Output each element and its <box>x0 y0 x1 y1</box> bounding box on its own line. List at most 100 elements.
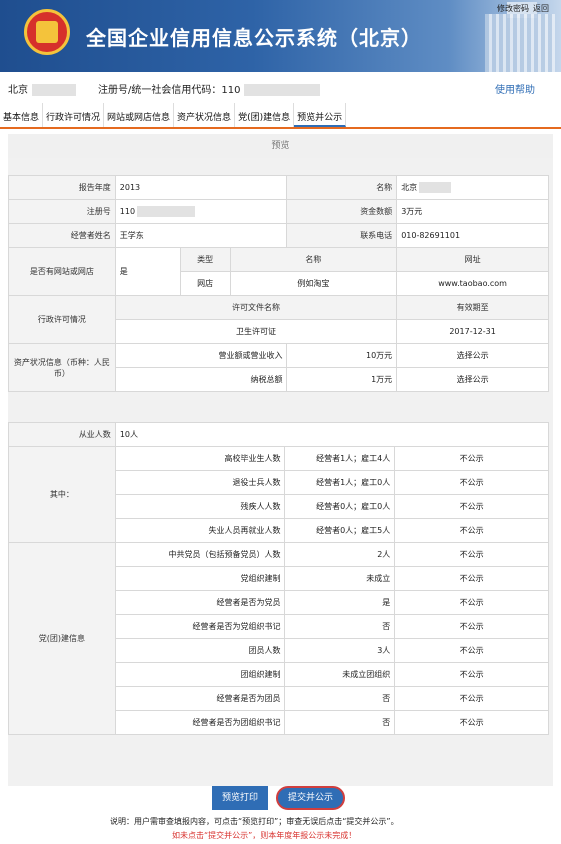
among-row-public: 不公示 <box>394 446 549 471</box>
party-row-name: 党组织建制 <box>114 566 286 591</box>
party-row-public: 不公示 <box>394 638 549 663</box>
national-emblem-icon <box>24 9 70 55</box>
phone-label: 联系电话 <box>286 223 398 248</box>
party-row-value: 否 <box>284 710 396 735</box>
party-row-name: 经营者是否为团组织书记 <box>114 710 286 735</box>
building-image-body <box>485 14 555 72</box>
report-table-top: 报告年度 2013 名称 北京 注册号 110 资金数额 3万元 经营者姓名 王… <box>8 175 549 392</box>
tab-assets[interactable]: 资产状况信息 <box>174 103 236 127</box>
operator-label: 经营者姓名 <box>8 223 116 248</box>
employees-value: 10人 <box>114 422 550 447</box>
among-row-name: 退役士兵人数 <box>114 470 286 495</box>
reg-label: 注册号 <box>8 199 116 224</box>
website-header-type: 类型 <box>179 247 231 272</box>
tab-preview-publish[interactable]: 预览并公示 <box>294 103 347 127</box>
tab-bar: 基本信息 行政许可情况 网站或网店信息 资产状况信息 党(团)建信息 预览并公示 <box>0 103 561 129</box>
report-table-bottom: 从业人数 10人 其中： 高校毕业生人数 经营者1人；雇工4人 不公示 退役士兵… <box>8 422 550 735</box>
among-row-public: 不公示 <box>394 494 549 519</box>
back-link[interactable]: 返回 <box>533 3 549 14</box>
asset-name: 营业额或营业收入 <box>114 343 288 368</box>
site-title: 全国企业信用信息公示系统（北京） <box>86 26 422 50</box>
party-row-name: 团组织建制 <box>114 662 286 687</box>
operator-value: 王学东 <box>114 223 288 248</box>
redaction-block <box>137 206 196 217</box>
tab-party[interactable]: 党(团)建信息 <box>235 103 295 127</box>
help-link[interactable]: 使用帮助 <box>495 81 535 96</box>
party-row-public: 不公示 <box>394 686 549 711</box>
website-type: 网店 <box>179 271 231 296</box>
party-row-public: 不公示 <box>394 590 549 615</box>
capital-value: 3万元 <box>396 199 549 224</box>
party-row-public: 不公示 <box>394 662 549 687</box>
header-banner: 全国企业信用信息公示系统（北京） 修改密码 返回 <box>0 0 561 72</box>
assets-label: 资产状况信息（币种：人民币） <box>8 343 116 392</box>
party-row-public: 不公示 <box>394 542 549 567</box>
asset-public: 选择公示 <box>396 367 549 392</box>
tab-website[interactable]: 网站或网店信息 <box>104 103 175 127</box>
action-buttons: 预览打印 提交并公示 <box>212 786 346 810</box>
party-row-name: 经营者是否为团员 <box>114 686 286 711</box>
party-row-value: 未成立 <box>284 566 396 591</box>
party-row-public: 不公示 <box>394 710 549 735</box>
preview-heading: 预览 <box>8 134 553 158</box>
company-name: 北京 <box>8 81 76 96</box>
party-row-name: 经营者是否为党员 <box>114 590 286 615</box>
party-row-name: 团员人数 <box>114 638 286 663</box>
among-row-value: 经营者1人；雇工4人 <box>284 446 396 471</box>
among-row-value: 经营者0人；雇工5人 <box>284 518 396 543</box>
instruction-note: 说明：用户需审查填报内容，可点击“预览打印”；审查无误后点击“提交并公示”。 <box>110 817 399 826</box>
asset-value: 1万元 <box>286 367 398 392</box>
party-row-value: 未成立团组织 <box>284 662 396 687</box>
asset-name: 纳税总额 <box>114 367 288 392</box>
party-row-name: 中共党员（包括预备党员）人数 <box>114 542 286 567</box>
among-row-name: 高校毕业生人数 <box>114 446 286 471</box>
party-row-value: 3人 <box>284 638 396 663</box>
tab-basic-info[interactable]: 基本信息 <box>0 103 44 127</box>
among-row-value: 经营者1人；雇工0人 <box>284 470 396 495</box>
website-header-url: 网址 <box>396 247 549 272</box>
asset-value: 10万元 <box>286 343 398 368</box>
party-row-public: 不公示 <box>394 614 549 639</box>
website-header-name: 名称 <box>229 247 398 272</box>
phone-value: 010-82691101 <box>396 223 549 248</box>
party-row-value: 2人 <box>284 542 396 567</box>
among-row-public: 不公示 <box>394 518 549 543</box>
among-row-value: 经营者0人；雇工0人 <box>284 494 396 519</box>
preview-print-button[interactable]: 预览打印 <box>212 786 269 810</box>
company-reg-code: 注册号/统一社会信用代码：110 <box>98 81 321 96</box>
party-row-value: 否 <box>284 686 396 711</box>
party-label: 党(团)建信息 <box>8 542 116 735</box>
reg-value: 110 <box>114 199 288 224</box>
tab-admin-license[interactable]: 行政许可情况 <box>43 103 105 127</box>
year-label: 报告年度 <box>8 175 116 200</box>
website-label: 是否有网站或网店 <box>8 247 116 296</box>
license-header-expiry: 有效期至 <box>396 295 549 320</box>
employees-label: 从业人数 <box>8 422 116 447</box>
warning-note: 如未点击“提交并公示”，则本年度年报公示未完成！ <box>172 831 357 840</box>
website-name: 例如淘宝 <box>229 271 398 296</box>
license-name: 卫生许可证 <box>114 319 398 344</box>
name-label: 名称 <box>286 175 398 200</box>
redaction-block <box>244 84 321 96</box>
website-value: 是 <box>114 247 181 296</box>
among-label: 其中： <box>8 446 116 543</box>
license-label: 行政许可情况 <box>8 295 116 344</box>
submit-publish-button[interactable]: 提交并公示 <box>276 786 346 810</box>
name-value: 北京 <box>396 175 549 200</box>
asset-public: 选择公示 <box>396 343 549 368</box>
capital-label: 资金数额 <box>286 199 398 224</box>
license-header-name: 许可文件名称 <box>114 295 398 320</box>
website-url: www.taobao.com <box>396 271 549 296</box>
top-links: 修改密码 返回 <box>497 3 549 14</box>
license-expiry: 2017-12-31 <box>396 319 549 344</box>
among-row-public: 不公示 <box>394 470 549 495</box>
party-row-public: 不公示 <box>394 566 549 591</box>
change-password-link[interactable]: 修改密码 <box>497 3 529 14</box>
company-info-row: 北京 注册号/统一社会信用代码：110 使用帮助 <box>0 72 561 102</box>
party-row-value: 否 <box>284 614 396 639</box>
among-row-name: 残疾人人数 <box>114 494 286 519</box>
party-row-name: 经营者是否为党组织书记 <box>114 614 286 639</box>
redaction-block <box>419 182 452 193</box>
year-value: 2013 <box>114 175 288 200</box>
party-row-value: 是 <box>284 590 396 615</box>
